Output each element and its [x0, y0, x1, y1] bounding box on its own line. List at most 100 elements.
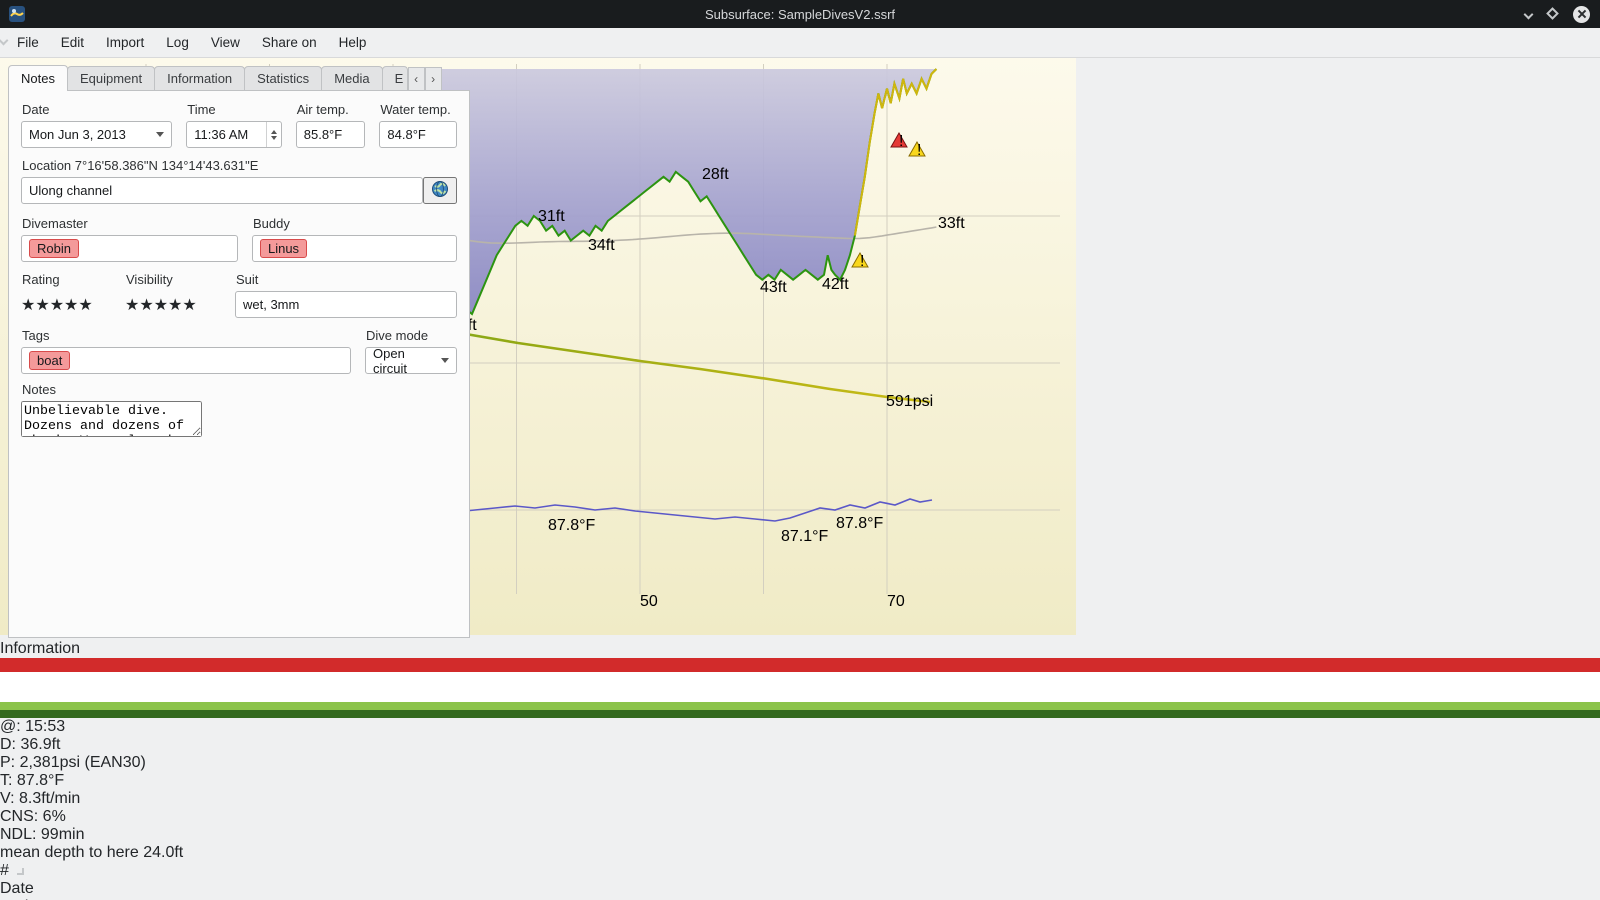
- menu-view[interactable]: View: [200, 31, 251, 54]
- edit-dive-site-button[interactable]: [423, 177, 457, 204]
- info-box-rows: @: 15:53 D: 36.9ft P: 2,381psi (EAN30) T: 8…: [0, 718, 1600, 862]
- rating-stars[interactable]: ★★★★★: [21, 291, 111, 318]
- tab-e[interactable]: E: [381, 66, 408, 91]
- info-box-row: NDL: 99min: [0, 826, 85, 843]
- time-value: 11:36 AM: [194, 127, 249, 142]
- star-icon: ★: [64, 296, 79, 314]
- notes-label: Notes: [22, 382, 56, 397]
- location-label: Location 7°16'58.386"N 134°14'43.631"E: [22, 158, 259, 173]
- date-combobox[interactable]: Mon Jun 3, 2013: [21, 121, 173, 148]
- tab-equipment[interactable]: Equipment: [66, 66, 156, 91]
- time-spinbox[interactable]: 11:36 AM: [186, 121, 282, 148]
- svg-text:87.8°F: 87.8°F: [836, 515, 884, 532]
- notes-form: Date Mon Jun 3, 2013 Time 11:36 AM Air t…: [8, 90, 470, 638]
- close-button[interactable]: [1573, 5, 1590, 23]
- menu-log[interactable]: Log: [155, 31, 200, 54]
- menu-import[interactable]: Import: [95, 31, 155, 54]
- chevron-down-icon: [156, 132, 165, 137]
- tags-label: Tags: [22, 328, 50, 343]
- location-field[interactable]: [21, 177, 423, 204]
- info-box-row: D: 36.9ft: [0, 736, 61, 753]
- tags-field[interactable]: boat: [21, 347, 351, 374]
- info-box-row: P: 2,381psi (EAN30): [0, 754, 146, 771]
- svg-text:33ft: 33ft: [938, 215, 965, 232]
- star-icon: ★: [21, 296, 36, 314]
- svg-text:!: !: [899, 133, 903, 150]
- info-box-row: @: 15:53: [0, 718, 66, 735]
- menu-help[interactable]: Help: [328, 31, 378, 54]
- tab-notes[interactable]: Notes: [8, 65, 68, 91]
- water-temp-label: Water temp.: [380, 102, 451, 117]
- svg-text:43ft: 43ft: [760, 279, 787, 296]
- air-temp-field[interactable]: [295, 121, 366, 148]
- info-box-row: mean depth to here 24.0ft: [0, 844, 184, 861]
- tab-media[interactable]: Media: [321, 66, 383, 91]
- info-box-row: T: 87.8°F: [0, 772, 65, 789]
- tab-statistics[interactable]: Statistics: [244, 66, 323, 91]
- svg-text:87.8°F: 87.8°F: [548, 517, 596, 534]
- tab-scroll-left-button[interactable]: ‹: [407, 67, 425, 91]
- time-label: Time: [187, 102, 216, 117]
- dive-mode-select[interactable]: Open circuit: [365, 345, 457, 376]
- menubar: File Edit Import Log View Share on Help: [0, 28, 1600, 58]
- dive-notes-panel: Notes Equipment Information Statistics Media…: [8, 64, 470, 638]
- divemaster-field[interactable]: Robin: [21, 235, 238, 262]
- svg-text:!: !: [917, 142, 921, 159]
- date-value: Mon Jun 3, 2013: [29, 127, 126, 142]
- notes-textarea[interactable]: Unbelievable dive. Dozens and dozens of …: [21, 401, 202, 437]
- star-icon: ★: [139, 296, 154, 314]
- info-box-legend: [0, 658, 1600, 718]
- svg-text:50: 50: [640, 593, 658, 610]
- star-icon: ★: [35, 296, 50, 314]
- info-box-title: Information: [0, 640, 81, 657]
- spinner-arrows-icon[interactable]: [265, 122, 277, 147]
- date-label: Date: [22, 102, 50, 117]
- divemaster-chip[interactable]: Robin: [29, 239, 79, 258]
- tab-information[interactable]: Information: [154, 66, 246, 91]
- buddy-field[interactable]: Linus: [251, 235, 457, 262]
- svg-text:87.1°F: 87.1°F: [781, 528, 829, 545]
- menu-share-on[interactable]: Share on: [251, 31, 328, 54]
- star-icon: ★: [168, 296, 183, 314]
- suit-field[interactable]: [235, 291, 457, 318]
- info-box-row: V: 8.3ft/min: [0, 790, 81, 807]
- sort-ascending-icon: [16, 868, 24, 875]
- air-temp-label: Air temp.: [296, 102, 349, 117]
- menu-edit[interactable]: Edit: [50, 31, 95, 54]
- column-header-date[interactable]: Date: [0, 880, 1600, 898]
- svg-text:42ft: 42ft: [822, 276, 849, 293]
- dive-mode-value: Open circuit: [373, 345, 407, 376]
- buddy-chip[interactable]: Linus: [259, 239, 308, 258]
- buddy-label: Buddy: [252, 216, 290, 231]
- chevron-down-icon: [441, 358, 449, 363]
- titlebar: Subsurface: SampleDivesV2.ssrf: [0, 0, 1600, 28]
- menu-file[interactable]: File: [6, 31, 50, 54]
- svg-text:591psi: 591psi: [886, 393, 933, 410]
- water-temp-field[interactable]: [379, 121, 457, 148]
- dive-list-header: #DateRatingDepthDurationMediaBuddy: [0, 862, 1600, 900]
- svg-text:31ft: 31ft: [538, 208, 565, 225]
- star-icon: ★: [78, 296, 93, 314]
- svg-text:34ft: 34ft: [588, 237, 615, 254]
- minimize-button[interactable]: [1523, 5, 1534, 23]
- star-icon: ★: [153, 296, 169, 314]
- profile-info-box: Information @: 15:53 D: 36.9ft P: 2,381psi…: [0, 640, 1600, 862]
- tab-scroll-right-button[interactable]: ›: [424, 67, 442, 91]
- svg-text:70: 70: [887, 593, 905, 610]
- column-header-num[interactable]: #: [0, 862, 1600, 880]
- dive-mode-label: Dive mode: [366, 328, 429, 343]
- tag-chip[interactable]: boat: [29, 351, 71, 370]
- divemaster-label: Divemaster: [22, 216, 88, 231]
- maximize-button[interactable]: [1546, 5, 1559, 23]
- svg-text:28ft: 28ft: [702, 166, 729, 183]
- star-icon: ★: [49, 296, 65, 314]
- svg-text:!: !: [860, 253, 864, 270]
- visibility-label: Visibility: [126, 272, 173, 287]
- tab-scroll-buttons: ‹ ›: [407, 67, 442, 91]
- info-box-row: CNS: 6%: [0, 808, 66, 825]
- dive-list: #DateRatingDepthDurationMediaBuddy Divi …: [0, 862, 1600, 900]
- star-icon: ★: [182, 296, 197, 314]
- window-title: Subsurface: SampleDivesV2.ssrf: [704, 6, 896, 22]
- visibility-stars[interactable]: ★★★★★: [125, 291, 221, 318]
- suit-label: Suit: [236, 272, 259, 287]
